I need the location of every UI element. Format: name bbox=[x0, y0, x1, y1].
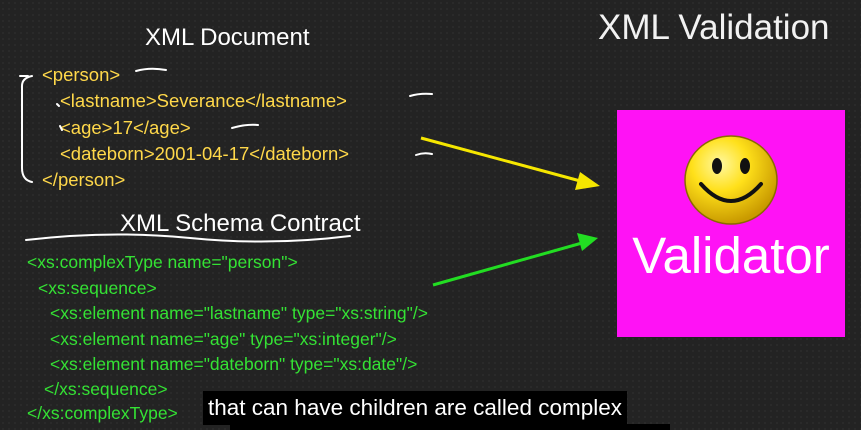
handwritten-bracket bbox=[19, 75, 33, 183]
annotation-layer bbox=[19, 67, 600, 287]
schema-heading-underline bbox=[25, 233, 351, 243]
video-caption: that can have children are called comple… bbox=[203, 391, 627, 425]
handwritten-dashes bbox=[56, 67, 433, 156]
arrow-schema-to-validator bbox=[432, 233, 598, 287]
arrow-xml-to-validator bbox=[420, 136, 600, 190]
presentation-slide: XML Validation XML Document <person> <la… bbox=[0, 0, 861, 430]
video-caption-next-line bbox=[230, 424, 670, 430]
